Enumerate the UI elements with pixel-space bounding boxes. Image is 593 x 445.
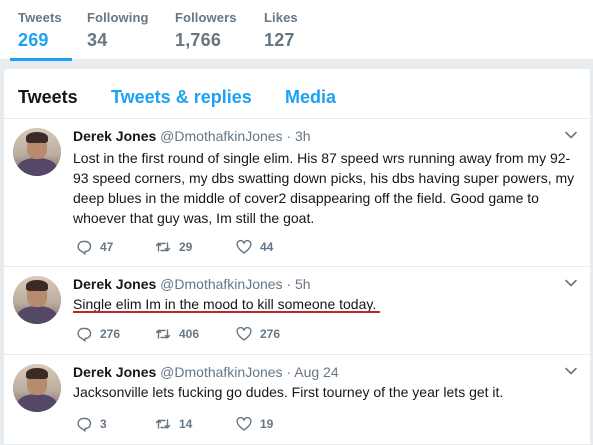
stat-following-label: Following [87,10,149,25]
retweet-count: 406 [179,327,200,341]
tweet-header: Derek Jones @DmothafkinJones · 5h [73,276,311,292]
separator-dot: · [286,128,292,144]
profile-stats-bar: Tweets 269 Following 34 Followers 1,766 … [0,0,593,61]
tweet-actions: 276 406 276 [76,325,476,343]
stat-tweets-label: Tweets [18,10,62,25]
username[interactable]: @DmothafkinJones [160,364,282,380]
like-icon [236,326,252,341]
display-name[interactable]: Derek Jones [73,364,156,380]
tab-media[interactable]: Media [285,87,336,108]
tweet-header: Derek Jones @DmothafkinJones · Aug 24 [73,364,339,380]
timeline: Tweets Tweets & replies Media Derek Jone… [3,68,591,445]
tweet[interactable]: Derek Jones @DmothafkinJones · Aug 24 Ja… [4,355,590,445]
avatar[interactable] [13,276,61,324]
separator-dot: · [286,364,292,380]
stat-tweets-value: 269 [18,30,49,50]
timeline-tabs: Tweets Tweets & replies Media [4,69,590,119]
tweet-text: Jacksonville lets fucking go dudes. Firs… [73,384,504,400]
chevron-down-icon[interactable] [564,128,578,142]
display-name[interactable]: Derek Jones [73,276,156,292]
timestamp[interactable]: 5h [295,276,311,292]
tweet[interactable]: Derek Jones @DmothafkinJones · 5h Single… [4,267,590,355]
chevron-down-icon[interactable] [564,276,578,290]
stat-likes-value: 127 [264,30,295,50]
stat-followers-label: Followers [175,10,237,25]
reply-count: 47 [100,240,114,254]
stat-likes-label: Likes [264,10,298,25]
display-name[interactable]: Derek Jones [73,128,156,144]
stat-likes[interactable]: Likes 127 [264,10,298,51]
stat-following-value: 34 [87,30,108,50]
tweet-header: Derek Jones @DmothafkinJones · 3h [73,128,311,144]
separator-dot: · [286,276,292,292]
avatar[interactable] [13,128,61,176]
tweet-text: Lost in the first round of single elim. … [73,150,575,226]
retweet-count: 29 [179,240,193,254]
retweet-icon [155,419,171,429]
like-count: 19 [260,417,274,431]
retweet-count: 14 [179,417,193,431]
timestamp[interactable]: Aug 24 [294,364,338,380]
stat-tweets[interactable]: Tweets 269 [10,10,72,61]
reply-icon [77,240,92,255]
username[interactable]: @DmothafkinJones [160,128,282,144]
like-icon [236,239,252,254]
annotation-underline [73,311,380,313]
reply-count: 276 [100,327,121,341]
stat-following[interactable]: Following 34 [87,10,149,51]
username[interactable]: @DmothafkinJones [160,276,282,292]
tab-tweets[interactable]: Tweets [18,87,78,108]
like-count: 276 [260,327,281,341]
avatar[interactable] [13,364,61,412]
reply-icon [77,327,92,342]
like-count: 44 [260,240,274,254]
retweet-icon [155,329,171,339]
stat-followers-value: 1,766 [175,30,222,50]
tweet-actions: 3 14 19 [76,415,476,433]
retweet-icon [155,242,171,252]
reply-icon [77,417,92,432]
chevron-down-icon[interactable] [564,364,578,378]
stat-followers[interactable]: Followers 1,766 [175,10,237,51]
reply-count: 3 [100,417,107,431]
tweet[interactable]: Derek Jones @DmothafkinJones · 3h Lost i… [4,119,590,267]
tweet-actions: 47 29 44 [76,238,476,256]
tab-tweets-and-replies[interactable]: Tweets & replies [111,87,252,108]
like-icon [236,416,252,431]
timestamp[interactable]: 3h [295,128,311,144]
